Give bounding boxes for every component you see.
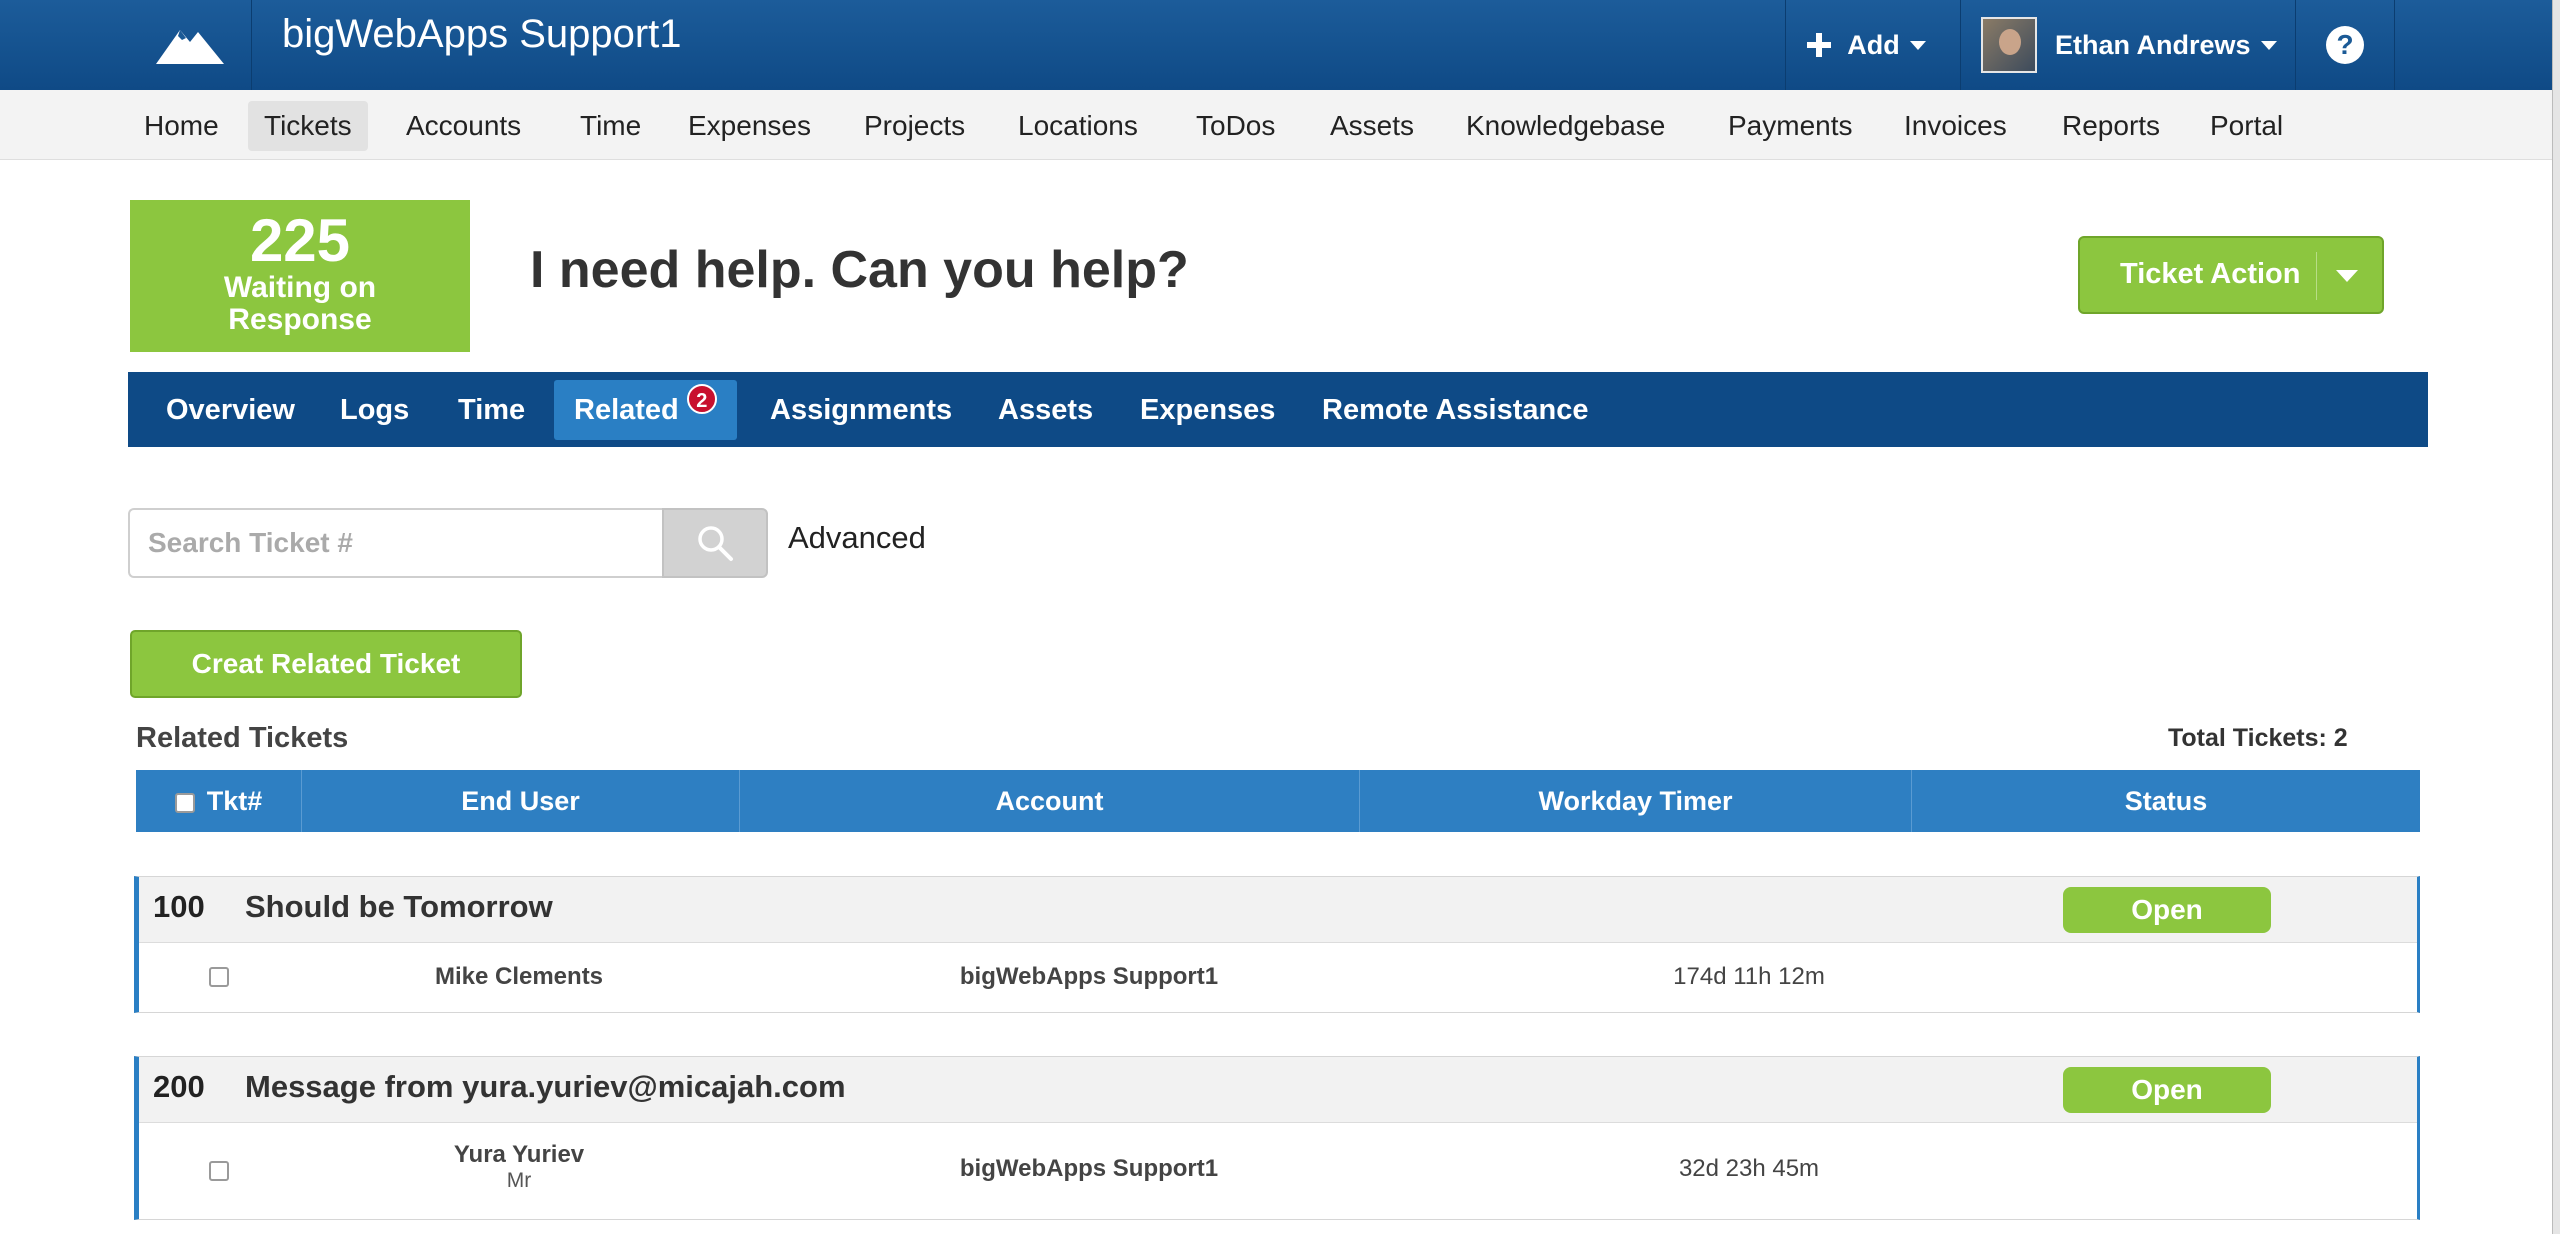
table-row[interactable]: 100 Should be Tomorrow Open Mike Clement… <box>134 876 2420 1013</box>
nav-item-payments[interactable]: Payments <box>1712 101 1869 151</box>
account-cell: bigWebApps Support1 <box>859 963 1319 991</box>
table-row[interactable]: 200 Message from yura.yuriev@micajah.com… <box>134 1056 2420 1220</box>
help-button[interactable]: ? <box>2295 0 2395 90</box>
row-checkbox[interactable] <box>209 967 229 987</box>
workday-timer-cell: 174d 11h 12m <box>1673 963 1825 990</box>
add-label: Add <box>1847 29 1900 60</box>
column-header-workday-timer[interactable]: Workday Timer <box>1360 770 1912 832</box>
ticket-subject-link[interactable]: Should be Tomorrow <box>245 889 553 925</box>
column-header-label: Tkt# <box>206 786 263 816</box>
nav-item-tickets[interactable]: Tickets <box>248 101 368 151</box>
divider <box>2316 252 2317 300</box>
end-user-title: Mr <box>506 1169 532 1192</box>
app-logo[interactable] <box>129 0 252 90</box>
search-button[interactable] <box>662 508 768 578</box>
create-related-ticket-button[interactable]: Creat Related Ticket <box>130 630 522 698</box>
ticket-subject-link[interactable]: Message from yura.yuriev@micajah.com <box>245 1069 846 1105</box>
nav-item-invoices[interactable]: Invoices <box>1888 101 2023 151</box>
table-header: Tkt# End User Account Workday Timer Stat… <box>136 770 2420 832</box>
account-name: bigWebApps Support1 <box>959 963 1219 990</box>
tab-remote-assistance[interactable]: Remote Assistance <box>1302 380 1608 440</box>
workday-timer-cell: 32d 23h 45m <box>1678 1155 1820 1182</box>
waiting-status-box: 225 Waiting on Response <box>130 200 470 352</box>
end-user-name: Mike Clements <box>434 963 604 990</box>
tab-overview[interactable]: Overview <box>146 380 315 440</box>
nav-item-projects[interactable]: Projects <box>848 101 981 151</box>
waiting-label-line2: Response <box>228 303 372 336</box>
tab-assignments[interactable]: Assignments <box>750 380 972 440</box>
tab-assets[interactable]: Assets <box>978 380 1113 440</box>
avatar <box>1981 17 2037 73</box>
search-icon <box>698 526 733 561</box>
waiting-count: 225 <box>249 207 351 274</box>
main-nav: Home Tickets Accounts Time Expenses Proj… <box>0 90 2560 160</box>
account-name: bigWebApps Support1 <box>959 1155 1219 1182</box>
ticket-number[interactable]: 100 <box>153 889 205 925</box>
tab-related[interactable]: Related 2 <box>554 380 737 440</box>
top-header-bar: bigWebApps Support1 Add Ethan Andrews ? <box>0 0 2560 90</box>
ticket-search <box>128 508 768 578</box>
ticket-tabs: Overview Logs Time Related 2 Assignments … <box>128 372 2428 447</box>
search-input[interactable] <box>128 508 664 578</box>
nav-item-expenses[interactable]: Expenses <box>672 101 827 151</box>
column-header-account[interactable]: Account <box>740 770 1360 832</box>
status-badge: Open <box>2063 1067 2271 1113</box>
nav-item-portal[interactable]: Portal <box>2194 101 2299 151</box>
end-user-name: Yura Yuriev <box>453 1141 585 1168</box>
column-header-status[interactable]: Status <box>1912 770 2420 832</box>
add-menu-button[interactable]: Add <box>1785 0 1945 90</box>
column-header-tkt[interactable]: Tkt# <box>136 770 302 832</box>
mountain-logo-icon <box>156 30 224 64</box>
ticket-row-header: 100 Should be Tomorrow Open <box>139 877 2417 943</box>
related-tickets-title: Related Tickets <box>136 722 349 754</box>
related-count-badge: 2 <box>686 384 717 414</box>
help-icon: ? <box>2326 26 2364 64</box>
chevron-down-icon[interactable] <box>2336 270 2358 282</box>
ticket-action-button[interactable]: Ticket Action <box>2078 236 2384 314</box>
end-user-cell: Yura Yuriev Mr <box>319 1141 719 1193</box>
user-menu-button[interactable]: Ethan Andrews <box>1960 0 2295 90</box>
chevron-down-icon <box>1909 40 1926 50</box>
advanced-search-link[interactable]: Advanced <box>788 520 926 556</box>
total-tickets: Total Tickets: 2 <box>2168 724 2348 752</box>
ticket-row-header: 200 Message from yura.yuriev@micajah.com… <box>139 1057 2417 1123</box>
ticket-action-label: Ticket Action <box>2120 258 2301 290</box>
nav-item-todos[interactable]: ToDos <box>1180 101 1291 151</box>
nav-item-reports[interactable]: Reports <box>2046 101 2176 151</box>
select-all-checkbox[interactable] <box>174 792 195 813</box>
plus-icon <box>1807 33 1832 57</box>
tab-time[interactable]: Time <box>438 380 545 440</box>
user-name: Ethan Andrews <box>2055 29 2251 60</box>
ticket-number[interactable]: 200 <box>153 1069 205 1105</box>
account-cell: bigWebApps Support1 <box>859 1155 1319 1183</box>
tab-related-label: Related <box>574 394 679 426</box>
end-user-cell: Mike Clements <box>319 963 719 991</box>
ticket-subject: I need help. Can you help? <box>530 241 1189 299</box>
row-checkbox[interactable] <box>209 1161 229 1181</box>
tab-expenses[interactable]: Expenses <box>1120 380 1295 440</box>
nav-item-assets[interactable]: Assets <box>1314 101 1430 151</box>
nav-item-time[interactable]: Time <box>564 101 657 151</box>
window-edge <box>2552 0 2560 1234</box>
chevron-down-icon <box>2260 40 2277 50</box>
nav-item-home[interactable]: Home <box>128 101 235 151</box>
nav-item-knowledgebase[interactable]: Knowledgebase <box>1450 101 1681 151</box>
waiting-label-line1: Waiting on <box>223 271 377 304</box>
nav-item-locations[interactable]: Locations <box>1002 101 1154 151</box>
nav-item-accounts[interactable]: Accounts <box>390 101 537 151</box>
tab-logs[interactable]: Logs <box>320 380 429 440</box>
status-badge: Open <box>2063 887 2271 933</box>
column-header-end-user[interactable]: End User <box>302 770 740 832</box>
app-title: bigWebApps Support1 <box>282 12 682 56</box>
